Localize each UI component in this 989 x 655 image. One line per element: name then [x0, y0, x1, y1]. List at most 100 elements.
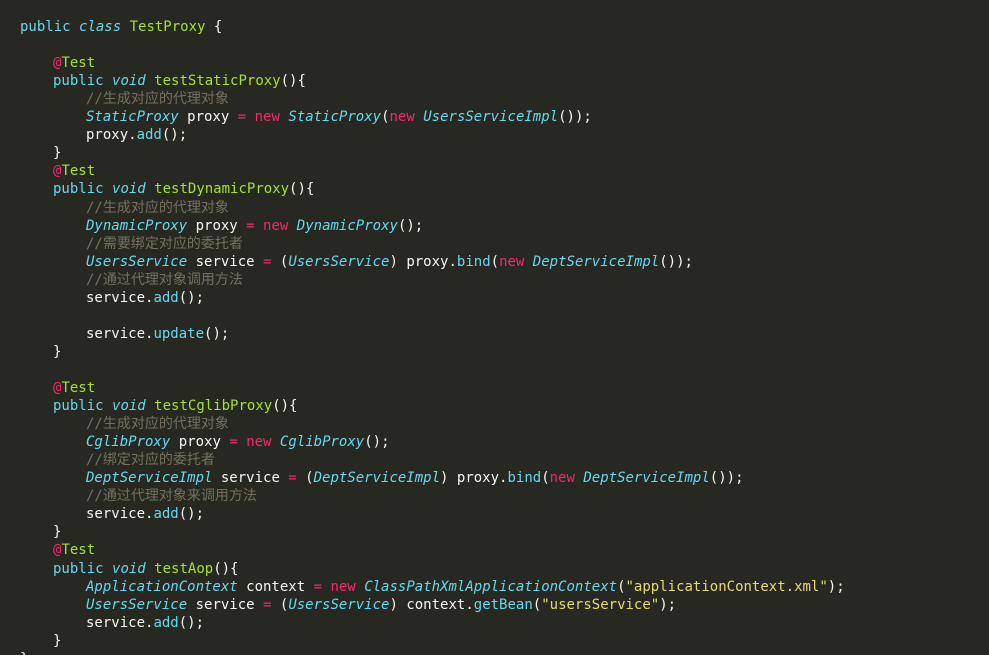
code-token-op: new — [330, 578, 356, 595]
code-token-plain: proxy — [178, 109, 238, 126]
code-line[interactable]: UsersService service = (UsersService) co… — [20, 596, 676, 614]
code-token-call: add — [153, 506, 179, 523]
code-token-str: "applicationContext.xml" — [625, 578, 828, 595]
code-token-op: new — [246, 434, 272, 451]
code-token-kwi: void — [112, 73, 155, 90]
code-token-ann: Test — [61, 55, 96, 72]
code-token-cmt: //通过代理对象调用方法 — [86, 271, 243, 288]
code-token-op: new — [549, 470, 575, 487]
code-token-cmt: //生成对应的代理对象 — [86, 91, 229, 108]
code-line[interactable]: public void testAop(){ — [20, 560, 238, 578]
code-line[interactable]: } — [20, 144, 61, 162]
code-line[interactable]: @Test — [20, 54, 95, 72]
code-token-plain: ( — [490, 253, 500, 270]
code-line[interactable]: } — [20, 523, 61, 541]
code-token-plain: ()); — [558, 109, 592, 126]
code-line[interactable]: } — [20, 343, 61, 361]
code-line[interactable]: DynamicProxy proxy = new DynamicProxy(); — [20, 217, 423, 235]
code-token-fn: TestProxy — [129, 19, 206, 35]
code-token-type: UsersService — [86, 596, 188, 613]
code-line[interactable]: @Test — [20, 379, 95, 397]
code-token-plain: proxy. — [86, 127, 137, 144]
code-token-fn: testStaticProxy — [154, 73, 281, 90]
code-line[interactable]: service.update(); — [20, 325, 229, 343]
code-token-plain: service. — [86, 289, 154, 306]
code-token-plain: (); — [364, 434, 390, 451]
code-line[interactable]: //生成对应的代理对象 — [20, 415, 229, 433]
code-token-plain: (){ — [272, 398, 298, 415]
code-token-call: getBean — [473, 596, 533, 613]
code-token-type: DeptServiceImpl — [313, 470, 441, 487]
code-line[interactable]: UsersService service = (UsersService) pr… — [20, 253, 693, 271]
code-token-plain: (); — [178, 506, 205, 523]
code-token-plain: ) context. — [389, 596, 474, 613]
code-token-type: UsersServiceImpl — [423, 109, 559, 126]
code-line[interactable]: //绑定对应的委托者 — [20, 451, 215, 469]
code-token-type: DeptServiceImpl — [532, 253, 660, 270]
code-line[interactable]: service.add(); — [20, 289, 204, 307]
code-token-op: = — [288, 470, 297, 487]
code-token-cmt: //生成对应的代理对象 — [86, 416, 229, 433]
code-token-call: add — [136, 127, 162, 144]
code-token-op: new — [254, 109, 280, 126]
code-line[interactable]: service.add(); — [20, 614, 204, 632]
code-line[interactable]: proxy.add(); — [20, 126, 187, 144]
code-token-op: = — [229, 434, 238, 451]
code-line[interactable]: } — [20, 650, 28, 655]
code-token-plain: } — [53, 343, 62, 360]
code-token-plain: service — [187, 253, 264, 270]
code-token-plain: } — [53, 524, 62, 541]
code-line[interactable]: public class TestProxy { — [20, 18, 222, 36]
code-token-cmt: //需要绑定对应的委托者 — [86, 235, 243, 252]
code-token-type: CglibProxy — [86, 434, 171, 451]
code-token-type: CglibProxy — [279, 434, 365, 451]
code-line[interactable]: //通过代理对象来调用方法 — [20, 487, 257, 505]
code-token-plain: ( — [271, 596, 289, 613]
code-token-plain: ) proxy. — [389, 253, 457, 270]
code-token-kwi: class — [79, 19, 130, 35]
code-token-call: add — [153, 614, 179, 631]
code-line[interactable]: public void testDynamicProxy(){ — [20, 180, 314, 198]
code-token-op: = — [313, 578, 323, 595]
code-token-kwi: void — [112, 181, 155, 198]
code-token-op: new — [389, 109, 415, 126]
code-token-plain: ()); — [659, 253, 693, 270]
code-token-plain: (){ — [280, 73, 306, 90]
code-token-plain: service — [212, 470, 289, 487]
code-token-plain: (); — [178, 289, 205, 306]
code-line[interactable]: //生成对应的代理对象 — [20, 90, 229, 108]
code-line[interactable]: } — [20, 632, 61, 650]
code-line[interactable]: CglibProxy proxy = new CglibProxy(); — [20, 433, 390, 451]
code-line[interactable]: service.add(); — [20, 505, 204, 523]
code-token-op: new — [499, 253, 525, 270]
code-token-type: UsersService — [288, 596, 390, 613]
code-token-op: new — [263, 217, 289, 234]
code-token-plain: ( — [617, 578, 626, 595]
code-token-type: UsersService — [86, 253, 188, 270]
code-line[interactable]: public void testStaticProxy(){ — [20, 72, 306, 90]
code-token-fn: testCglibProxy — [154, 398, 273, 415]
code-line[interactable]: StaticProxy proxy = new StaticProxy(new … — [20, 108, 592, 126]
code-line[interactable]: //通过代理对象调用方法 — [20, 271, 243, 289]
code-line[interactable]: public void testCglibProxy(){ — [20, 397, 297, 415]
code-line[interactable]: @Test — [20, 162, 95, 180]
code-line[interactable]: @Test — [20, 541, 95, 559]
code-line[interactable]: ApplicationContext context = new ClassPa… — [20, 578, 845, 596]
code-token-call: bind — [456, 253, 491, 270]
code-token-kw: public — [20, 19, 80, 35]
code-token-type: StaticProxy — [288, 109, 382, 126]
code-token-plain: ( — [271, 253, 289, 270]
code-token-str: "usersService" — [541, 596, 660, 613]
code-editor[interactable]: public class TestProxy {@Test public void… — [0, 0, 989, 655]
code-token-plain: (); — [397, 217, 424, 234]
code-token-fn: testAop — [154, 560, 214, 577]
code-line[interactable]: //生成对应的代理对象 — [20, 199, 229, 217]
code-line[interactable]: DeptServiceImpl service = (DeptServiceIm… — [20, 469, 744, 487]
code-token-type: UsersService — [288, 253, 390, 270]
code-token-plain: service. — [86, 506, 154, 523]
code-line[interactable]: //需要绑定对应的委托者 — [20, 235, 243, 253]
